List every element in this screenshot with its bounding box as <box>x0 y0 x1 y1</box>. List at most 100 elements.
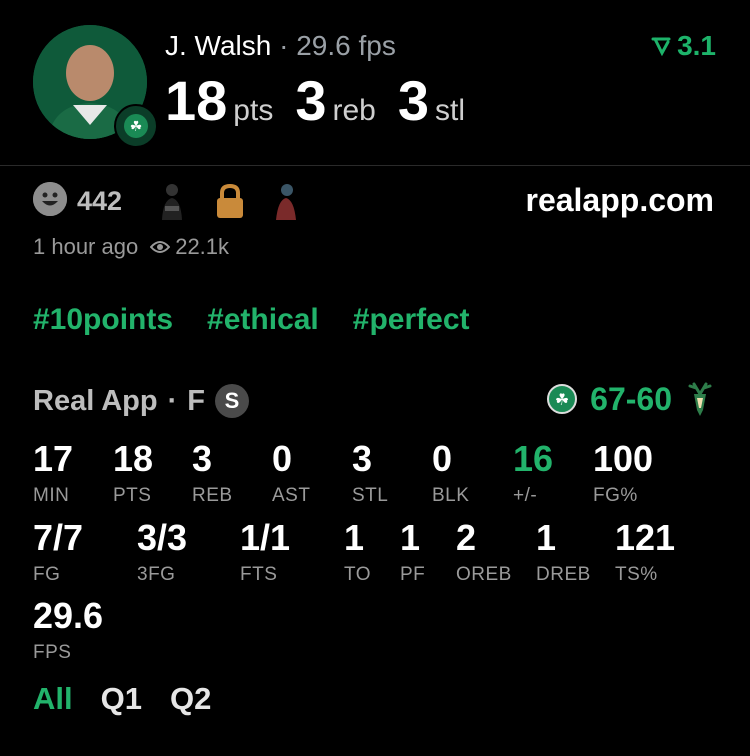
stat-label: PTS <box>113 485 152 506</box>
separator: · <box>167 384 178 417</box>
stat-value: 18 <box>113 438 154 479</box>
stat-label: OREB <box>456 564 512 585</box>
stat-value: 0 <box>272 438 293 479</box>
divider <box>0 165 750 166</box>
stat-blk: 0 BLK <box>432 441 469 507</box>
avatar-icon[interactable] <box>157 182 187 225</box>
score: 67-60 <box>590 380 672 417</box>
stat-3fg: 3/3 3FG <box>137 520 187 586</box>
stat-value: 7/7 <box>33 517 84 558</box>
separator: · <box>279 30 289 61</box>
player-name-line[interactable]: J. Walsh · 29.6 fps <box>165 30 396 62</box>
hashtag[interactable]: #perfect <box>353 303 470 337</box>
stat-label: TS% <box>615 564 658 585</box>
stat-label: 3FG <box>137 564 176 585</box>
stat-value: 17 <box>33 438 74 479</box>
stat-value: 16 <box>513 438 554 479</box>
league-name: Real App <box>33 384 158 417</box>
view-count: 22.1k <box>175 234 230 259</box>
time-ago: 1 hour ago <box>33 234 139 259</box>
stat-value: 1 <box>536 517 557 558</box>
stat-fg-pct: 100 FG% <box>593 441 653 507</box>
stat-label: DREB <box>536 564 591 585</box>
period-filter: All Q1 Q2 <box>33 681 211 717</box>
stat-label: FTS <box>240 564 278 585</box>
bucks-logo-icon <box>684 380 716 418</box>
headline-stat-stl: 3 stl <box>398 68 465 133</box>
eye-icon <box>150 241 171 253</box>
fps-text: 29.6 fps <box>296 30 396 61</box>
stat-value: 29.6 <box>33 595 104 636</box>
game-title: Real App · F S <box>33 384 249 418</box>
stat-fts: 1/1 FTS <box>240 520 290 586</box>
stat-value: 1/1 <box>240 517 291 558</box>
stat-label: AST <box>272 485 311 506</box>
svg-text:☘: ☘ <box>555 390 569 409</box>
position: F <box>187 384 205 417</box>
headline-stat-pts: 18 pts <box>165 68 273 133</box>
svg-text:☘: ☘ <box>130 119 143 135</box>
stat-label: BLK <box>432 485 470 506</box>
stat-pts: 18 PTS <box>113 441 153 507</box>
trend-value: 3.1 <box>677 30 716 61</box>
stat-value: 3 <box>192 438 213 479</box>
celtics-logo-icon: ☘ <box>546 380 578 418</box>
stat-label: MIN <box>33 485 70 506</box>
reaction-count[interactable]: 442 <box>77 186 122 217</box>
filter-q2[interactable]: Q2 <box>170 681 211 717</box>
lock-icon[interactable] <box>214 183 246 224</box>
stat-label: PF <box>400 564 426 585</box>
stat-unit: reb <box>332 94 376 127</box>
team-logo-icon: ☘ <box>114 104 158 148</box>
stat-value: 2 <box>456 517 477 558</box>
stat-value: 3 <box>295 69 327 132</box>
stat-value: 3/3 <box>137 517 188 558</box>
stat-value: 1 <box>344 517 365 558</box>
filter-q1[interactable]: Q1 <box>101 681 142 717</box>
stat-ast: 0 AST <box>272 441 310 507</box>
stat-label: REB <box>192 485 233 506</box>
stat-label: FG <box>33 564 61 585</box>
game-score[interactable]: ☘ 67-60 <box>546 380 716 418</box>
hashtag[interactable]: #10points <box>33 303 173 337</box>
stat-label: STL <box>352 485 389 506</box>
s-badge: S <box>215 384 249 418</box>
stat-label: TO <box>344 564 372 585</box>
smiley-icon[interactable] <box>33 182 67 216</box>
headline-stat-reb: 3 reb <box>295 68 376 133</box>
player-name[interactable]: J. Walsh <box>165 30 271 61</box>
stat-fg: 7/7 FG <box>33 520 83 586</box>
stat-value: 0 <box>432 438 453 479</box>
site-link[interactable]: realapp.com <box>525 182 714 219</box>
stat-reb: 3 REB <box>192 441 233 507</box>
stat-value: 18 <box>165 69 228 132</box>
stat-label: FPS <box>33 642 72 663</box>
filter-all[interactable]: All <box>33 681 73 717</box>
post-meta: 1 hour ago 22.1k <box>33 234 229 260</box>
stat-pf: 1 PF <box>400 520 425 586</box>
trend-indicator: 3.1 <box>651 30 716 62</box>
views: 22.1k <box>150 234 229 260</box>
stat-ts-pct: 121 TS% <box>615 520 675 586</box>
stat-oreb: 2 OREB <box>456 520 512 586</box>
stat-fps: 29.6 FPS <box>33 598 103 664</box>
stat-dreb: 1 DREB <box>536 520 591 586</box>
stat-unit: stl <box>435 94 465 127</box>
stat-value: 3 <box>352 438 373 479</box>
stat-plus-minus: 16 +/- <box>513 441 553 507</box>
stat-min: 17 MIN <box>33 441 73 507</box>
stat-value: 3 <box>397 69 429 132</box>
headline-stats: 18 pts 3 reb 3 stl <box>165 68 465 133</box>
stat-label: FG% <box>593 485 638 506</box>
hashtag-list: #10points #ethical #perfect <box>33 303 470 337</box>
stat-label: +/- <box>513 485 538 506</box>
stat-value: 121 <box>615 517 676 558</box>
hashtag[interactable]: #ethical <box>207 303 319 337</box>
stat-unit: pts <box>233 94 274 127</box>
stat-stl: 3 STL <box>352 441 388 507</box>
stat-value: 100 <box>593 438 654 479</box>
stat-to: 1 TO <box>344 520 371 586</box>
avatar-icon[interactable] <box>272 182 300 225</box>
trend-down-icon <box>651 37 671 56</box>
stat-value: 1 <box>400 517 421 558</box>
